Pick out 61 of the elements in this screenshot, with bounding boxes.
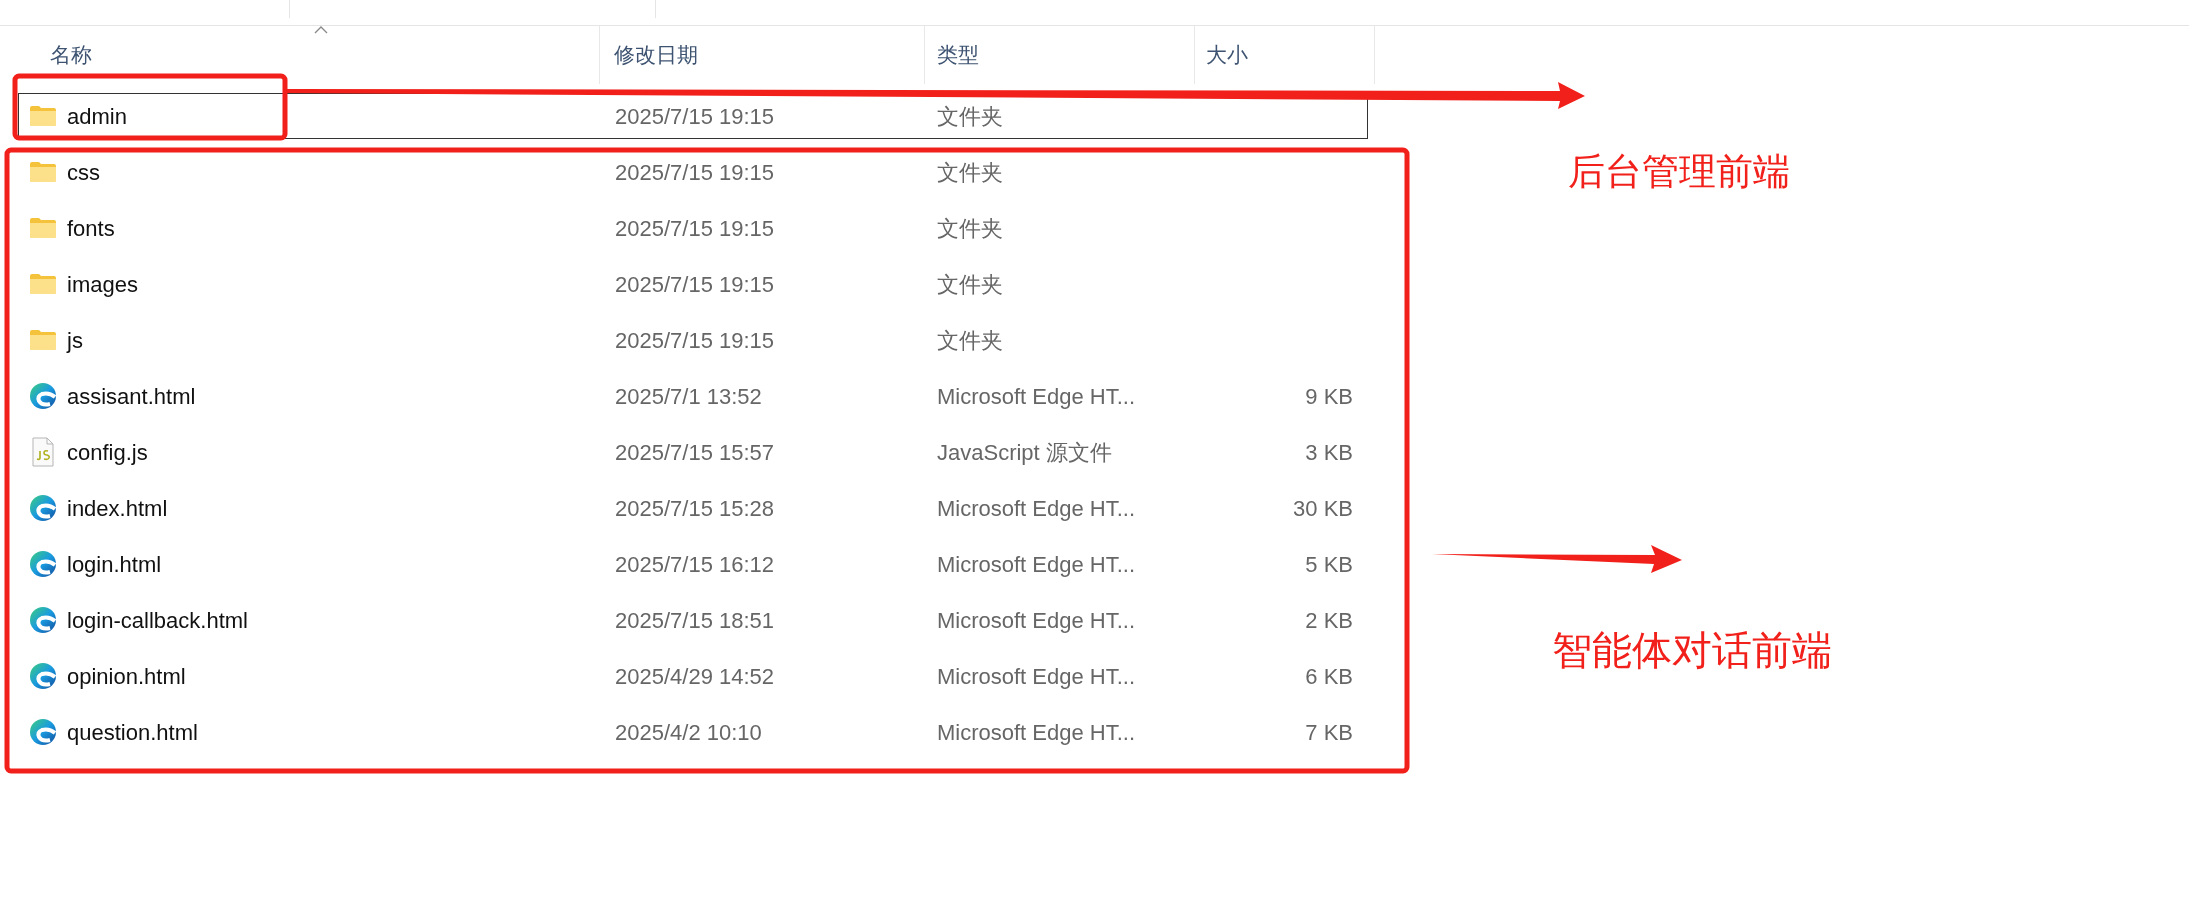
column-header[interactable]: 大小	[1195, 26, 1375, 84]
file-type: Microsoft Edge HT...	[937, 719, 1136, 745]
browser-icon	[29, 718, 57, 746]
script-file-icon	[31, 437, 55, 467]
modified-date: 2025/7/15 16:12	[615, 551, 775, 577]
file-name: opinion.html	[67, 662, 186, 691]
modified-date: 2025/7/15 15:28	[615, 495, 775, 521]
column-header[interactable]: 类型	[925, 26, 1195, 84]
file-type: Microsoft Edge HT...	[937, 383, 1136, 409]
browser-icon	[29, 662, 57, 690]
file-type: Microsoft Edge HT...	[937, 495, 1136, 521]
file-name: css	[67, 158, 100, 187]
annotation-label: 后台管理前端	[1568, 149, 1790, 195]
file-type: Microsoft Edge HT...	[937, 607, 1136, 633]
file-type: 文件夹	[937, 159, 1003, 185]
folder-icon	[29, 329, 57, 351]
file-name: assisant.html	[67, 382, 196, 411]
modified-date: 2025/7/15 19:15	[615, 215, 775, 241]
modified-date: 2025/4/2 10:10	[615, 719, 762, 745]
file-size: 6 KB	[1305, 663, 1353, 689]
file-name: index.html	[67, 494, 168, 523]
column-header[interactable]: 名称	[0, 26, 600, 84]
file-name: fonts	[67, 214, 115, 243]
modified-date: 2025/7/15 15:57	[615, 439, 775, 465]
file-name: login-callback.html	[67, 606, 248, 635]
file-type: Microsoft Edge HT...	[937, 551, 1136, 577]
modified-date: 2025/7/15 18:51	[615, 607, 775, 633]
file-type: 文件夹	[937, 103, 1003, 129]
modified-date: 2025/7/15 19:15	[615, 103, 775, 129]
file-size: 5 KB	[1305, 551, 1353, 577]
column-header[interactable]: 修改日期	[600, 26, 925, 84]
file-type: JavaScript 源文件	[937, 439, 1112, 465]
folder-icon	[29, 161, 57, 183]
file-type: 文件夹	[937, 271, 1003, 297]
modified-date: 2025/7/1 13:52	[615, 383, 762, 409]
file-size: 9 KB	[1305, 383, 1353, 409]
file-name: question.html	[67, 718, 198, 747]
browser-icon	[29, 382, 57, 410]
folder-icon	[29, 273, 57, 295]
file-size: 7 KB	[1305, 719, 1353, 745]
file-name: admin	[67, 102, 127, 131]
file-name: js	[67, 326, 83, 355]
browser-icon	[29, 494, 57, 522]
file-type: 文件夹	[937, 327, 1003, 353]
file-name: images	[67, 270, 138, 299]
file-size: 2 KB	[1305, 607, 1353, 633]
modified-date: 2025/7/15 19:15	[615, 159, 775, 185]
folder-icon	[29, 105, 57, 127]
file-type: Microsoft Edge HT...	[937, 663, 1136, 689]
folder-icon	[29, 217, 57, 239]
browser-icon	[29, 606, 57, 634]
file-name: login.html	[67, 550, 162, 579]
file-name: config.js	[67, 438, 148, 467]
browser-icon	[29, 550, 57, 578]
modified-date: 2025/4/29 14:52	[615, 663, 775, 689]
modified-date: 2025/7/15 19:15	[615, 271, 775, 297]
file-size: 3 KB	[1305, 439, 1353, 465]
file-type: 文件夹	[937, 215, 1003, 241]
annotation-label: 智能体对话前端	[1552, 626, 1832, 675]
modified-date: 2025/7/15 19:15	[615, 327, 775, 353]
file-size: 30 KB	[1293, 495, 1353, 521]
